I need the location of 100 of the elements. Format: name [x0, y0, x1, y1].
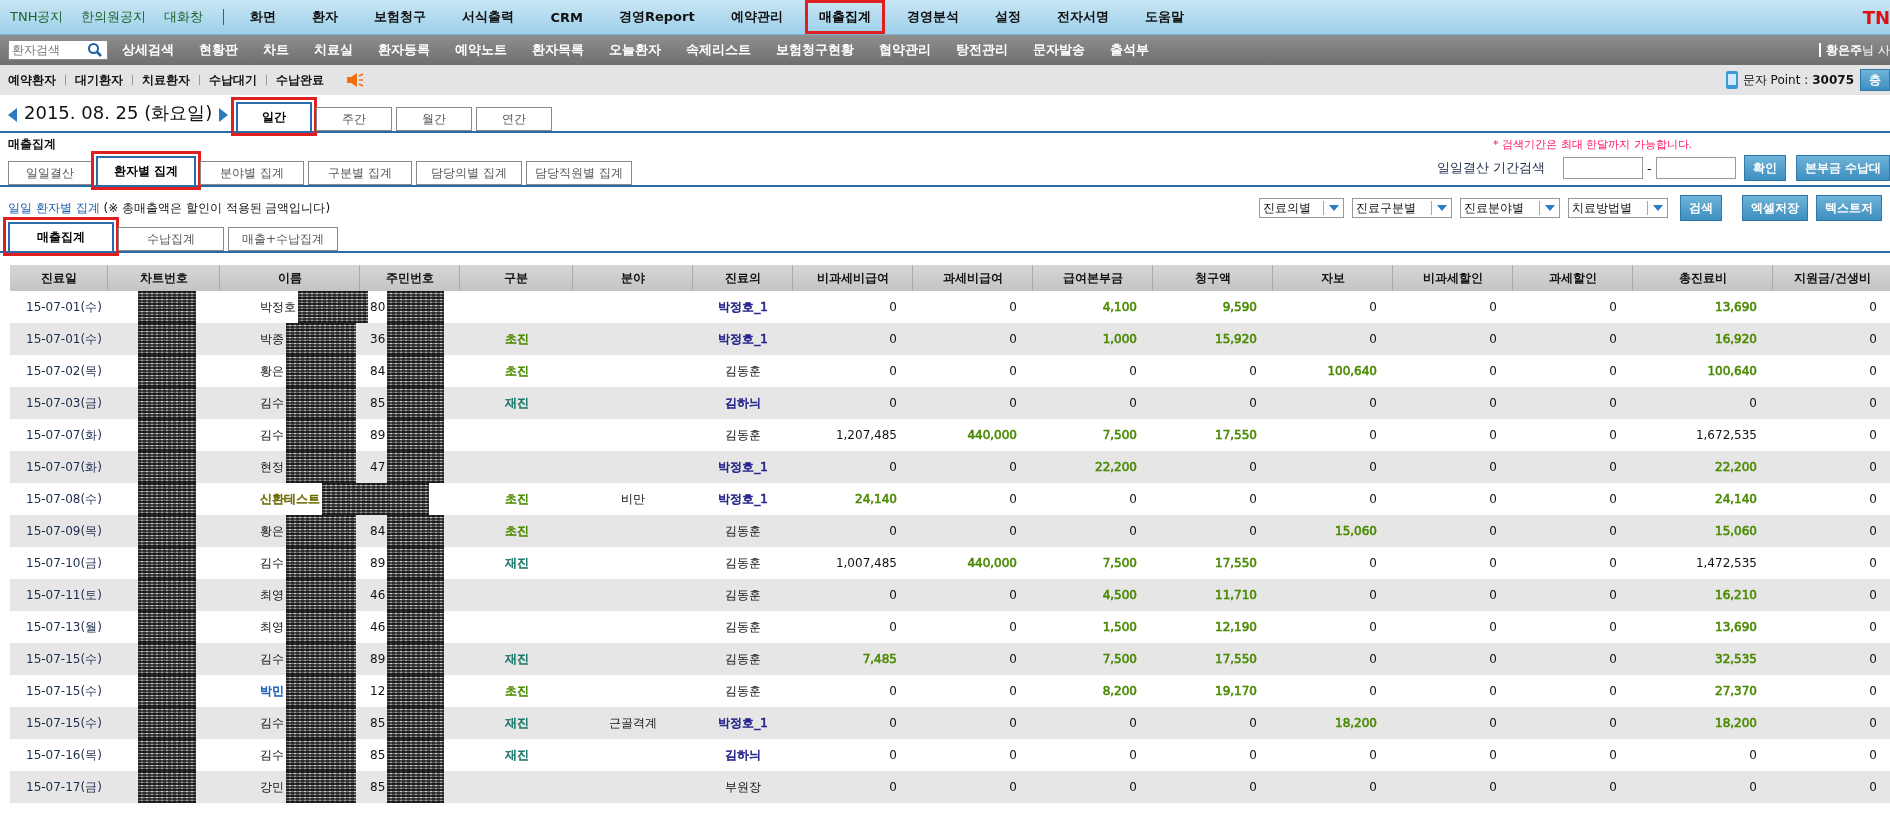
toolbar-item[interactable]: 예약노트: [455, 41, 507, 59]
toolbar-item[interactable]: 환자목록: [532, 41, 584, 59]
filter-dropdown[interactable]: 진료분야별: [1460, 198, 1560, 218]
toolbar-item[interactable]: 상세검색: [122, 41, 174, 59]
filter-dropdown[interactable]: 치료방법별: [1568, 198, 1668, 218]
toolbar-item[interactable]: 출석부: [1110, 41, 1149, 59]
table-cell: 0: [1869, 300, 1877, 314]
table-cell: 0: [1609, 428, 1617, 442]
menu-item[interactable]: 보험청구: [362, 2, 439, 32]
notice-link[interactable]: 한의원공지: [81, 8, 147, 26]
toolbar-item[interactable]: 탕전관리: [956, 41, 1008, 59]
table-cell: 17,550: [1215, 556, 1257, 570]
range-separator: -: [1647, 160, 1652, 176]
toolbar-item[interactable]: 차트: [263, 41, 289, 59]
status-link[interactable]: 치료환자: [142, 71, 190, 89]
search-input[interactable]: 환자검색: [9, 43, 87, 57]
table-cell: 15-07-07(화): [26, 458, 102, 476]
menu-item[interactable]: 예약관리: [718, 2, 795, 32]
toolbar-item[interactable]: 오늘환자: [609, 41, 661, 59]
table-cell: 440,000: [967, 556, 1017, 570]
summary-tab[interactable]: 매출+수납집계: [228, 227, 338, 251]
toolbar-item[interactable]: 속제리스트: [686, 41, 751, 59]
table-cell: 100,640: [1327, 364, 1377, 378]
table-cell: 0: [1129, 524, 1137, 538]
table-cell: 0: [1369, 588, 1377, 602]
table-cell: 0: [1369, 428, 1377, 442]
table-cell: 0: [889, 300, 897, 314]
period-tab[interactable]: 월간: [396, 107, 473, 131]
table-cell: 최영: [260, 618, 284, 636]
table-cell: 부원장: [725, 778, 761, 796]
toolbar-item[interactable]: 치료실: [314, 41, 353, 59]
table-cell: 0: [1489, 300, 1497, 314]
status-link[interactable]: 수납대기: [209, 71, 257, 89]
notice-link[interactable]: TNH공지: [10, 8, 64, 26]
menu-item[interactable]: 서식출력: [450, 2, 527, 32]
status-link[interactable]: 예약환자: [8, 71, 56, 89]
period-tab[interactable]: 주간: [316, 107, 393, 131]
toolbar-item[interactable]: 협약관리: [879, 41, 931, 59]
table-cell: 0: [1869, 364, 1877, 378]
menu-item[interactable]: 환자: [300, 2, 351, 32]
report-tab[interactable]: 일일결산: [8, 161, 92, 185]
table-cell: 비만: [621, 490, 645, 508]
megaphone-icon[interactable]: [346, 72, 364, 88]
table-cell: 1,007,485: [835, 556, 897, 570]
menu-item[interactable]: 설정: [982, 2, 1033, 32]
phone-icon: [1724, 70, 1739, 90]
search-field[interactable]: 환자검색: [8, 40, 108, 60]
table-cell: 초진: [504, 522, 529, 540]
search-icon[interactable]: [87, 42, 103, 58]
menu-item[interactable]: 경영분석: [894, 2, 971, 32]
table-cell: 0: [1489, 652, 1497, 666]
end-date-field[interactable]: [1655, 157, 1736, 179]
notice-text: * 검색기간은 최대 한달까지 가능합니다.: [1493, 136, 1692, 152]
filter-dropdown[interactable]: 진료의별: [1259, 198, 1344, 218]
toolbar-item[interactable]: 문자발송: [1033, 41, 1085, 59]
menu-item[interactable]: CRM: [538, 3, 595, 31]
status-link[interactable]: 수납완료: [276, 71, 324, 89]
table-cell: 김동훈: [725, 618, 761, 636]
filter-dropdown[interactable]: 진료구분별: [1352, 198, 1452, 218]
next-arrow-icon[interactable]: [218, 108, 229, 122]
toolbar-item[interactable]: 현황판: [199, 41, 238, 59]
table-cell: 신환테스트: [260, 490, 320, 508]
summary-tab[interactable]: 수납집계: [118, 227, 224, 251]
table-cell: 0: [1489, 396, 1497, 410]
table-cell: 17,550: [1215, 428, 1257, 442]
table-cell: 초진: [504, 362, 529, 380]
menu-item[interactable]: 화면: [238, 2, 289, 32]
toolbar-item[interactable]: 환자등록: [378, 41, 430, 59]
report-tab[interactable]: 담당의별 집계: [416, 161, 522, 185]
report-tab[interactable]: 분야별 집계: [200, 161, 304, 185]
table-cell: 16,210: [1715, 588, 1757, 602]
table-cell: 36: [370, 332, 386, 346]
table-cell: 100,640: [1707, 364, 1757, 378]
table-cell: 0: [1249, 780, 1257, 794]
menu-item[interactable]: 전자서명: [1044, 2, 1121, 32]
menu-item[interactable]: 도움말: [1132, 2, 1196, 32]
table-cell: 김동훈: [725, 522, 761, 540]
menu-item[interactable]: 매출집계: [806, 2, 883, 32]
report-tab[interactable]: 담당직원별 집계: [526, 161, 632, 185]
table-cell: 15-07-16(목): [26, 746, 102, 764]
period-tab[interactable]: 연간: [476, 107, 553, 131]
table-cell: 1,500: [1102, 620, 1137, 634]
table-cell: 0: [1369, 396, 1377, 410]
notice-link[interactable]: 대화창: [164, 8, 204, 26]
table-cell: 0: [1009, 716, 1017, 730]
table-cell: 0: [1489, 332, 1497, 346]
table-cell: 0: [1369, 300, 1377, 314]
report-tab[interactable]: 구분별 집계: [308, 161, 412, 185]
toolbar-item[interactable]: 보험청구현황: [776, 41, 854, 59]
table-cell: 0: [1489, 364, 1497, 378]
table-cell: 0: [1489, 780, 1497, 794]
status-link[interactable]: 대기환자: [75, 71, 123, 89]
table-cell: 1,207,485: [835, 428, 897, 442]
table-cell: 초진: [504, 330, 529, 348]
start-date-field[interactable]: [1563, 157, 1644, 179]
table-cell: 0: [1489, 492, 1497, 506]
prev-arrow-icon[interactable]: [8, 108, 18, 122]
menu-item[interactable]: 경영Report: [606, 2, 707, 32]
table-cell: 0: [1249, 748, 1257, 762]
table-cell: 85: [370, 716, 386, 730]
